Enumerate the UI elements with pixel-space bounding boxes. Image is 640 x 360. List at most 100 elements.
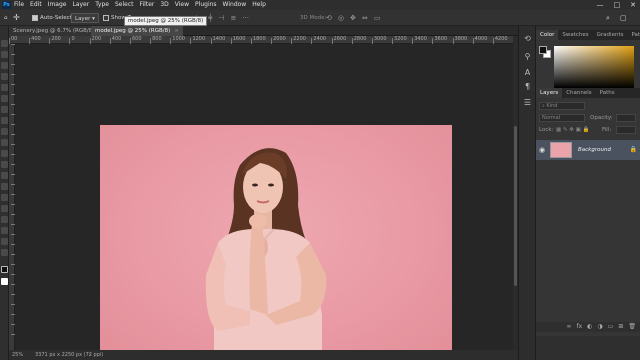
scroll-thumb[interactable]	[514, 126, 517, 286]
lock-icon[interactable]: 🔒	[630, 146, 637, 153]
auto-select-toggle[interactable]: Auto-Select:	[32, 13, 74, 23]
lasso-tool-icon[interactable]	[1, 62, 8, 69]
menu-help[interactable]: Help	[252, 0, 266, 10]
eraser-tool-icon[interactable]	[1, 150, 8, 157]
tab-color[interactable]: Color	[536, 30, 559, 40]
minimize-button[interactable]: —	[597, 0, 604, 10]
history-brush-tool-icon[interactable]	[1, 139, 8, 146]
character-icon[interactable]: A	[523, 68, 532, 77]
history-icon[interactable]: ⟲	[523, 34, 532, 43]
auto-select-dropdown[interactable]: Layer ▾	[71, 13, 99, 23]
shape-tool-icon[interactable]	[1, 227, 8, 234]
menu-select[interactable]: Select	[115, 0, 134, 10]
3d-rotate-icon[interactable]: ⟲	[326, 14, 332, 22]
3d-pan-icon[interactable]: ✥	[350, 14, 356, 22]
distribute-icon[interactable]: ≡	[230, 14, 236, 22]
canvas-area[interactable]	[15, 44, 513, 360]
show-transform-checkbox[interactable]	[103, 14, 109, 21]
background-color-icon[interactable]	[1, 278, 8, 285]
folder-icon[interactable]: ▭	[608, 322, 614, 332]
crop-tool-icon[interactable]	[1, 84, 8, 91]
adjustment-icon[interactable]: ◑	[597, 322, 602, 332]
move-tool-icon[interactable]	[1, 40, 8, 47]
lock-icons[interactable]: ▦ ✎ ✥ ▣ 🔒	[556, 126, 589, 135]
quick-select-tool-icon[interactable]	[1, 73, 8, 80]
home-icon[interactable]: ⌂	[4, 13, 8, 23]
healing-tool-icon[interactable]	[1, 106, 8, 113]
menu-3d[interactable]: 3D	[160, 0, 168, 10]
layer-filter-field[interactable]: ⌕ Kind	[539, 102, 585, 110]
gradient-tool-icon[interactable]	[1, 161, 8, 168]
zoom-level[interactable]: 25%	[12, 350, 23, 360]
stamp-tool-icon[interactable]	[1, 128, 8, 135]
dodge-tool-icon[interactable]	[1, 183, 8, 190]
mask-icon[interactable]: ◐	[587, 322, 592, 332]
eye-icon[interactable]: ◉	[539, 146, 545, 154]
more-options-icon[interactable]: ···	[242, 14, 249, 22]
woman-portrait-image	[205, 148, 327, 360]
new-layer-icon[interactable]: ⊞	[618, 322, 623, 332]
blur-tool-icon[interactable]	[1, 172, 8, 179]
menu-layer[interactable]: Layer	[72, 0, 89, 10]
align-right-icon[interactable]: ⊣	[218, 14, 224, 22]
layers-footer: ∞ fx ◐ ◑ ▭ ⊞ 🗑	[536, 322, 640, 332]
maximize-button[interactable]: □	[614, 0, 621, 10]
status-arrow-icon[interactable]: ›	[89, 350, 91, 360]
3d-scale-icon[interactable]: ▭	[374, 14, 381, 22]
eyedropper-tool-icon[interactable]	[1, 95, 8, 102]
zoom-tool-icon[interactable]	[1, 249, 8, 256]
search-icon[interactable]: ⌕	[606, 13, 610, 23]
document-info[interactable]: 3371 px x 2250 px (72 ppi)	[35, 350, 103, 360]
properties-icon[interactable]: ☰	[523, 98, 532, 107]
foreground-color-icon[interactable]	[1, 266, 8, 273]
pen-tool-icon[interactable]	[1, 194, 8, 201]
menu-type[interactable]: Type	[95, 0, 109, 10]
workspace-icon[interactable]: ▢	[620, 13, 627, 23]
move-tool-icon[interactable]: ✛	[13, 13, 20, 23]
ruler-label: 200	[91, 36, 102, 42]
opacity-field[interactable]	[616, 114, 636, 122]
model-photo[interactable]	[100, 125, 452, 360]
fill-field[interactable]	[616, 126, 636, 134]
trash-icon[interactable]: 🗑	[628, 322, 636, 332]
tab-gradients[interactable]: Gradients	[593, 30, 628, 40]
marquee-tool-icon[interactable]	[1, 51, 8, 58]
brush-settings-icon[interactable]: ⚲	[523, 52, 532, 61]
menu-plugins[interactable]: Plugins	[195, 0, 217, 10]
menu-view[interactable]: View	[175, 0, 189, 10]
opacity-label: Opacity:	[590, 115, 613, 121]
tab-paths[interactable]: Paths	[596, 88, 619, 98]
color-picker-field[interactable]	[554, 46, 634, 88]
menu-edit[interactable]: Edit	[30, 0, 42, 10]
horizontal-ruler[interactable]: 00 400 200 0 200 400 600 800 1000 1200 1400 1600 180…	[9, 36, 513, 44]
type-tool-icon[interactable]	[1, 205, 8, 212]
tools-panel	[0, 26, 9, 360]
ruler-label: 2400	[313, 36, 327, 42]
layer-name[interactable]: Background	[578, 140, 611, 160]
hand-tool-icon[interactable]	[1, 238, 8, 245]
3d-slide-icon[interactable]: ⇔	[362, 14, 368, 22]
path-select-tool-icon[interactable]	[1, 216, 8, 223]
fx-icon[interactable]: fx	[577, 322, 583, 332]
menu-file[interactable]: File	[14, 0, 24, 10]
menu-image[interactable]: Image	[48, 0, 67, 10]
auto-select-checkbox[interactable]	[32, 14, 38, 21]
close-icon[interactable]: ×	[174, 28, 179, 34]
tab-layers[interactable]: Layers	[536, 88, 563, 98]
auto-select-value: Layer	[75, 16, 91, 22]
tab-model[interactable]: model.jpeg @ 25% (RGB/8) ×	[91, 26, 183, 36]
close-button[interactable]: ✕	[630, 0, 636, 10]
link-icon[interactable]: ∞	[567, 322, 572, 332]
menu-window[interactable]: Window	[223, 0, 247, 10]
3d-roll-icon[interactable]: ◎	[338, 14, 344, 22]
foreground-swatch[interactable]	[539, 46, 547, 54]
paragraph-icon[interactable]: ¶	[523, 82, 532, 91]
tab-swatches[interactable]: Swatches	[558, 30, 592, 40]
align-center-icon[interactable]: ╪	[208, 14, 212, 22]
brush-tool-icon[interactable]	[1, 117, 8, 124]
blend-mode-select[interactable]: Normal	[539, 114, 585, 122]
layer-row-background[interactable]: ◉ Background 🔒	[536, 140, 640, 160]
menu-filter[interactable]: Filter	[140, 0, 155, 10]
tab-channels[interactable]: Channels	[562, 88, 595, 98]
tab-patterns[interactable]: Patterns	[627, 30, 640, 40]
